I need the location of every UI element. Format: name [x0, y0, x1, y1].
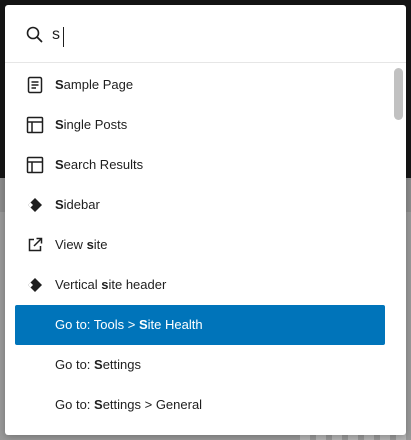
command-search-input[interactable]: [52, 23, 372, 47]
result-label: Vertical site header: [55, 277, 167, 292]
result-go-to-settings[interactable]: Go to: Settings: [15, 345, 385, 385]
diamond-icon: [25, 275, 45, 295]
result-view-site[interactable]: View site: [15, 225, 385, 265]
text-caret: [63, 27, 64, 47]
result-label: Go to: Tools > Site Health: [55, 317, 203, 332]
result-search-results[interactable]: Search Results: [15, 145, 385, 185]
result-sample-page[interactable]: Sample Page: [15, 65, 385, 105]
result-label: Go to: Settings: [55, 357, 142, 372]
result-label: Sample Page: [55, 77, 134, 92]
result-label: Go to: Settings > General: [55, 397, 203, 412]
diamond-icon: [25, 195, 45, 215]
result-label: Single Posts: [55, 117, 128, 132]
command-palette-search: [5, 5, 406, 63]
layout-icon: [25, 155, 45, 175]
result-label: View site: [55, 237, 108, 252]
result-vertical-site-header[interactable]: Vertical site header: [15, 265, 385, 305]
results-scrollbar[interactable]: [392, 65, 404, 435]
search-icon: [25, 25, 45, 45]
results-scrollbar-thumb[interactable]: [394, 68, 403, 120]
result-label: Search Results: [55, 157, 144, 172]
result-sidebar[interactable]: Sidebar: [15, 185, 385, 225]
layout-icon: [25, 115, 45, 135]
result-single-posts[interactable]: Single Posts: [15, 105, 385, 145]
result-go-to-settings-general[interactable]: Go to: Settings > General: [15, 385, 385, 425]
command-results-list: Sample Page Single Posts Search Results …: [15, 65, 385, 425]
page-icon: [25, 75, 45, 95]
command-palette: Sample Page Single Posts S: [5, 5, 406, 435]
result-label: Sidebar: [55, 197, 100, 212]
result-go-to-site-health[interactable]: Go to: Tools > Site Health: [15, 305, 385, 345]
external-link-icon: [25, 235, 45, 255]
